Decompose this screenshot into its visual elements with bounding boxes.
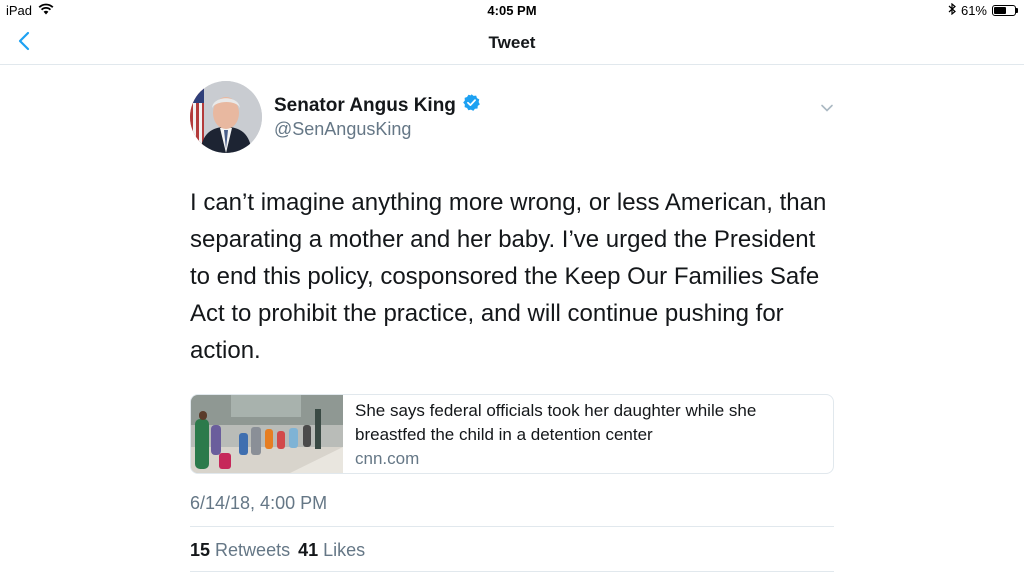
tweet-menu-button[interactable] xyxy=(820,100,834,118)
card-domain: cnn.com xyxy=(355,449,420,468)
user-handle[interactable]: @SenAngusKing xyxy=(274,119,411,140)
retweets-stat[interactable]: 15 Retweets xyxy=(190,540,290,561)
divider xyxy=(190,526,834,527)
card-image xyxy=(191,395,343,473)
card-title: She says federal officials took her daug… xyxy=(355,401,757,444)
battery-percent: 61% xyxy=(960,3,987,18)
battery-tip xyxy=(1016,8,1018,13)
display-name[interactable]: Senator Angus King xyxy=(274,93,481,118)
display-name-text: Senator Angus King xyxy=(274,94,456,116)
status-bar: iPad 4:05 PM 61% xyxy=(0,0,1024,22)
avatar[interactable] xyxy=(190,81,262,153)
tweet-timestamp: 6/14/18, 4:00 PM xyxy=(190,493,328,513)
status-right: 61% xyxy=(948,2,1018,18)
retweets-label: Retweets xyxy=(215,540,291,560)
chevron-down-icon xyxy=(820,100,834,117)
status-time: 4:05 PM xyxy=(487,3,537,18)
bluetooth-icon xyxy=(948,2,956,18)
tweet-text: I can’t imagine anything more wrong, or … xyxy=(190,189,827,364)
divider xyxy=(190,571,834,572)
battery-fill xyxy=(994,7,1007,14)
battery-body xyxy=(992,5,1016,16)
verified-badge-icon xyxy=(462,93,481,118)
page-title: Tweet xyxy=(488,33,536,52)
nav-bar: Tweet xyxy=(0,22,1024,65)
engagement-stats: 15 Retweets 41 Likes xyxy=(190,540,365,561)
battery-icon xyxy=(992,5,1018,16)
link-card[interactable]: She says federal officials took her daug… xyxy=(190,394,834,474)
retweets-count: 15 xyxy=(190,540,211,560)
likes-stat[interactable]: 41 Likes xyxy=(298,540,365,561)
likes-count: 41 xyxy=(298,540,319,560)
likes-label: Likes xyxy=(323,540,366,560)
